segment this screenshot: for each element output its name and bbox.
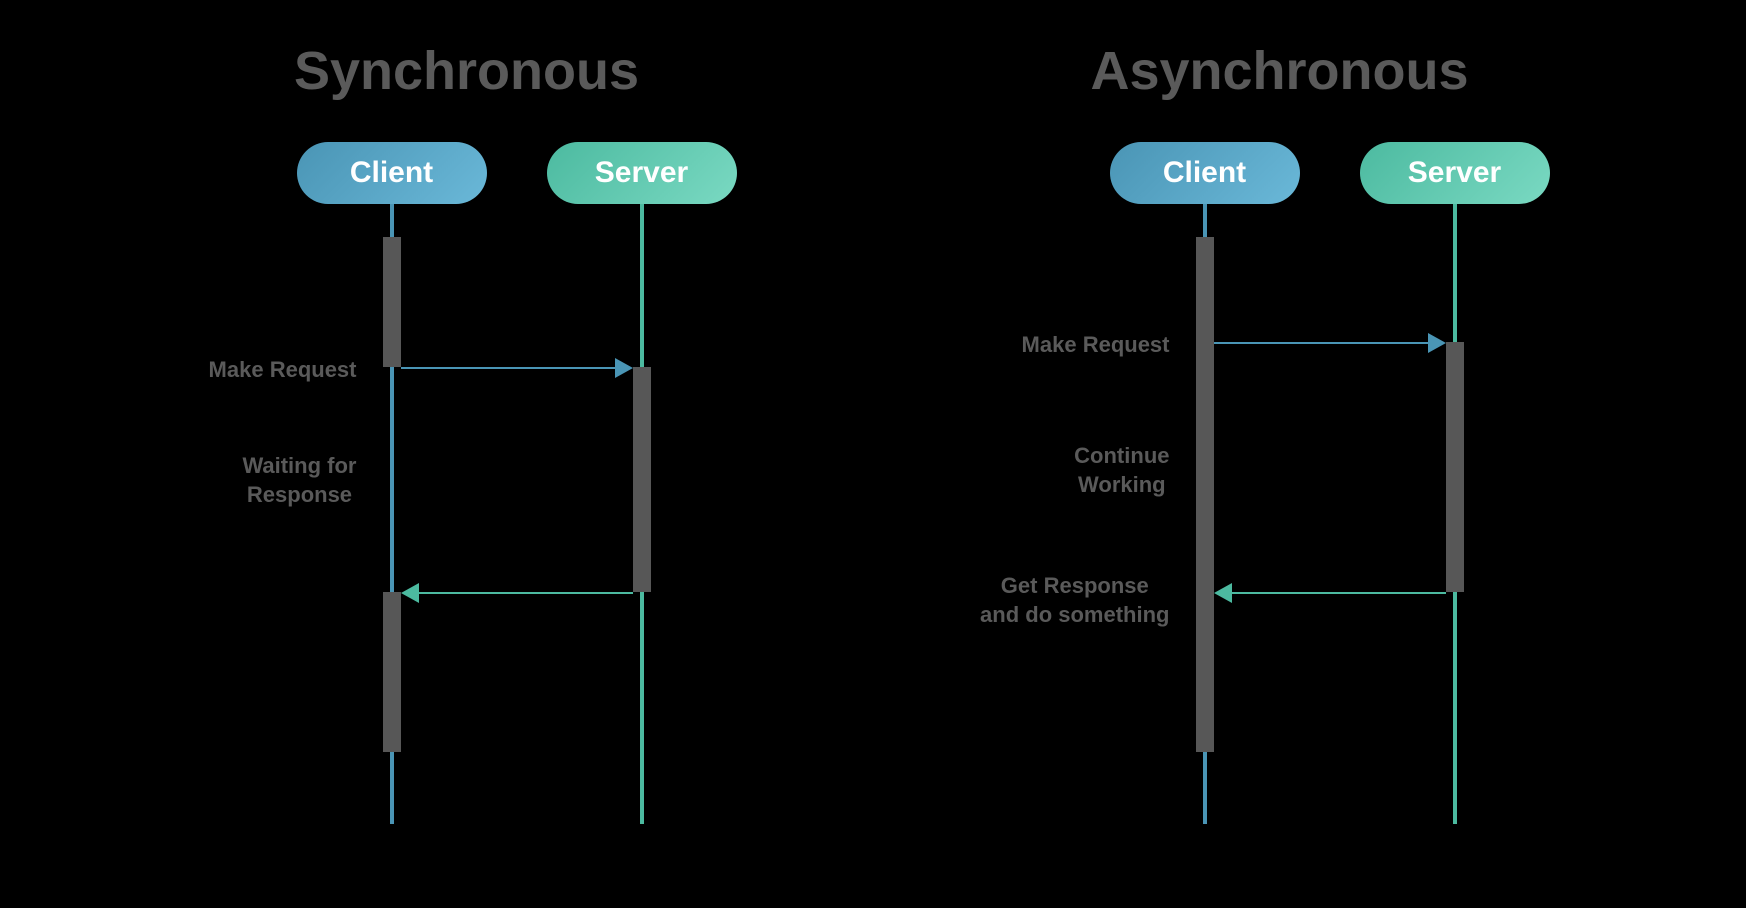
sync-waiting-label: Waiting for Response [242,452,356,509]
async-client-activation [1196,237,1214,752]
sync-response-arrowhead [401,583,419,603]
async-response-arrowhead [1214,583,1232,603]
sync-waiting-line1: Waiting for [242,453,356,478]
sync-make-request-label: Make Request [209,356,357,385]
async-response-line2: and do something [980,602,1169,627]
async-continue-label: Continue Working [1074,442,1169,499]
sync-client-pill: Client [297,142,487,204]
sync-title: Synchronous [294,40,639,102]
async-request-arrow [1214,342,1429,344]
sync-request-arrow [401,367,616,369]
sync-server-pill: Server [547,142,737,204]
sync-request-arrowhead [615,358,633,378]
sync-client-activation-2 [383,592,401,752]
async-response-line1: Get Response [1001,573,1149,598]
async-client-pill: Client [1110,142,1300,204]
async-continue-line1: Continue [1074,443,1169,468]
async-server-activation [1446,342,1464,592]
async-server-pill: Server [1360,142,1550,204]
sync-body: Client Server Make Request Waiting for R… [117,142,817,842]
asynchronous-diagram: Asynchronous Client Server Make Request … [930,40,1630,868]
async-response-label: Get Response and do something [980,572,1169,629]
async-continue-line2: Working [1078,472,1166,497]
async-make-request-label: Make Request [1022,331,1170,360]
sync-server-activation [633,367,651,592]
async-response-arrow [1230,592,1446,594]
async-title: Asynchronous [1090,40,1468,102]
sync-client-activation-1 [383,237,401,367]
sync-response-arrow [417,592,633,594]
async-body: Client Server Make Request Continue Work… [930,142,1630,842]
synchronous-diagram: Synchronous Client Server Make Request W… [117,40,817,868]
async-request-arrowhead [1428,333,1446,353]
sync-waiting-line2: Response [247,482,352,507]
